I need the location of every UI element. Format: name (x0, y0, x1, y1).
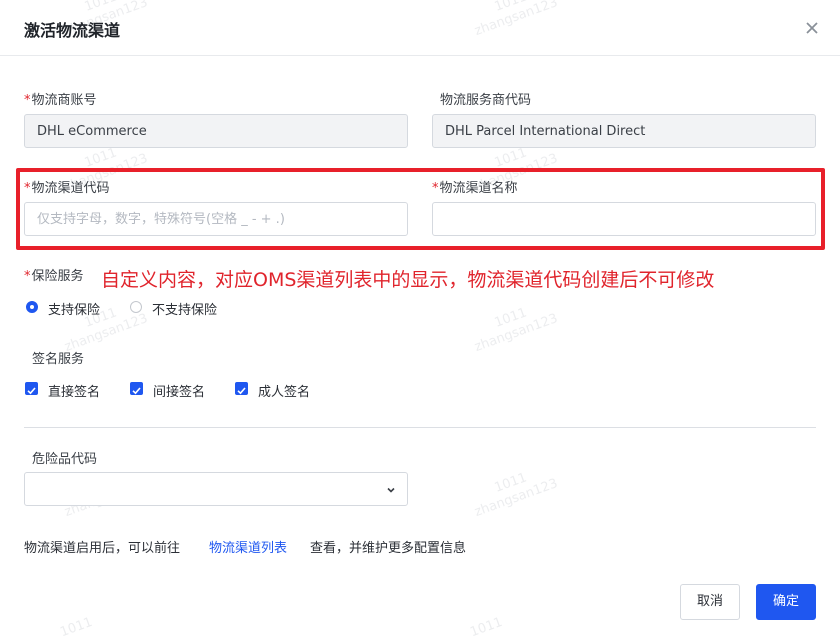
activate-channel-dialog: 1011 zhangsan123 1011 zhangsan123 1011 zhan… (0, 0, 840, 640)
signature-option-indirect[interactable]: 间接签名 (153, 381, 205, 400)
annotation-highlight-box (16, 168, 825, 250)
signature-label: 签名服务 (32, 352, 85, 367)
confirm-button[interactable]: 确定 (756, 584, 816, 620)
carrier-account-label-text: 物流商账号 (31, 93, 97, 108)
watermark: 1011 (468, 615, 505, 641)
carrier-service-code-input[interactable] (432, 114, 816, 148)
chevron-down-icon[interactable] (385, 484, 397, 496)
watermark-line2: zhangsan123 (472, 476, 560, 521)
watermark: 1011zhangsan123 (467, 296, 560, 356)
watermark: 1011 (58, 615, 95, 641)
annotation-text: 自定义内容，对应OMS渠道列表中的显示，物流渠道代码创建后不可修改 (101, 269, 715, 291)
carrier-service-code-label: 物流服务商代码 (440, 93, 532, 108)
insurance-label: *保险服务 (24, 265, 84, 284)
required-mark: * (24, 269, 31, 284)
dialog-header: 激活物流渠道 (0, 0, 840, 56)
carrier-account-label: *物流商账号 (24, 89, 97, 108)
dangerous-goods-label: 危险品代码 (32, 452, 98, 467)
dangerous-goods-select[interactable] (24, 472, 408, 506)
footer-text-after: 查看，并维护更多配置信息 (310, 541, 467, 556)
footer-text-before: 物流渠道启用后，可以前往 (24, 541, 181, 556)
check-icon (27, 387, 36, 395)
watermark-line1: 1011 (492, 305, 529, 331)
channel-list-link[interactable]: 物流渠道列表 (209, 537, 287, 556)
close-icon[interactable] (802, 18, 822, 38)
check-icon (132, 387, 141, 395)
signature-checkbox-direct[interactable] (25, 382, 38, 395)
signature-checkbox-indirect[interactable] (130, 382, 143, 395)
watermark: 1011zhangsan123 (467, 461, 560, 521)
insurance-label-text: 保险服务 (31, 269, 84, 284)
carrier-account-input[interactable] (24, 114, 408, 148)
watermark-line1: 1011 (492, 470, 529, 496)
insurance-radio-support[interactable] (26, 301, 38, 313)
section-divider (24, 427, 816, 428)
dialog-title: 激活物流渠道 (24, 21, 121, 40)
insurance-radio-none[interactable] (130, 301, 142, 313)
required-mark: * (24, 93, 31, 108)
signature-option-adult[interactable]: 成人签名 (258, 381, 310, 400)
watermark-line1: 1011 (58, 614, 95, 641)
watermark-line1: 1011 (468, 614, 505, 641)
insurance-option-none[interactable]: 不支持保险 (152, 299, 217, 318)
watermark-line2: zhangsan123 (472, 311, 560, 356)
cancel-button[interactable]: 取消 (680, 584, 740, 620)
check-icon (237, 387, 246, 395)
signature-option-direct[interactable]: 直接签名 (48, 381, 100, 400)
insurance-option-support[interactable]: 支持保险 (48, 299, 100, 318)
signature-checkbox-adult[interactable] (235, 382, 248, 395)
